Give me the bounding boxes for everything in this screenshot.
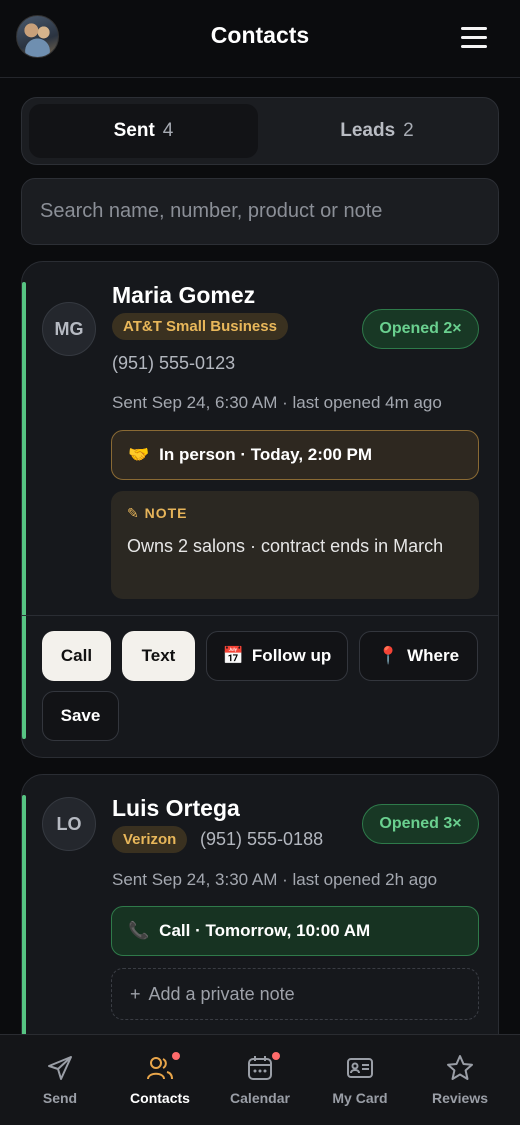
tab-sent-label: Sent [113, 120, 155, 141]
save-button[interactable]: Save [42, 691, 119, 741]
nav-reviews-label: Reviews [431, 1090, 489, 1106]
phone-icon: 📞 [128, 921, 150, 940]
where-button[interactable]: 📍 Where [359, 631, 478, 681]
add-note-label: Add a private note [148, 983, 295, 1004]
contact-card: LO Luis Ortega Verizon (951) 555-0188 Op… [21, 774, 499, 1074]
card-accent-bar [22, 795, 26, 1055]
search-box [21, 178, 499, 245]
follow-up-label: Follow up [251, 646, 332, 665]
nav-send[interactable]: Send [10, 1035, 110, 1125]
opened-count-badge: Opened 3× [362, 804, 479, 844]
card-divider [22, 615, 498, 616]
nav-my-card-label: My Card [332, 1090, 388, 1106]
appointment-chip[interactable]: 🤝 In person · Today, 2:00 PM [111, 430, 479, 480]
contacts-icon [147, 1057, 173, 1080]
contact-phone[interactable]: (951) 555-0123 [112, 353, 235, 374]
note-text: Owns 2 salons · contract ends in March [127, 536, 444, 556]
tab-sent[interactable]: Sent 4 [29, 104, 258, 158]
note-heading: ✎ NOTE [127, 505, 188, 521]
handshake-icon: 🤝 [128, 445, 150, 464]
contact-initials-avatar: LO [42, 797, 96, 851]
private-note[interactable]: ✎ NOTE Owns 2 salons · contract ends in … [111, 491, 479, 599]
nav-contacts-label: Contacts [130, 1090, 190, 1106]
sent-meta: Sent Sep 24, 3:30 AM · last opened 2h ag… [112, 870, 438, 889]
pin-icon: 📍 [377, 646, 400, 665]
nav-my-card[interactable]: My Card [310, 1035, 410, 1125]
calendar-icon [248, 1056, 272, 1080]
appointment-text: In person · Today, 2:00 PM [159, 445, 373, 464]
contact-name: Luis Ortega [112, 795, 240, 821]
opened-count-badge: Opened 2× [362, 309, 479, 349]
contact-phone[interactable]: (951) 555-0188 [200, 829, 323, 850]
where-label: Where [407, 646, 460, 665]
appointment-text: Call · Tomorrow, 10:00 AM [159, 921, 371, 940]
follow-up-button[interactable]: 📅 Follow up [206, 631, 348, 681]
nav-contacts[interactable]: Contacts [110, 1035, 210, 1125]
sent-leads-segmented-control: Sent 4 Leads 2 [21, 97, 499, 165]
carrier-tag: AT&T Small Business [112, 313, 288, 340]
card-accent-bar [22, 282, 26, 739]
carrier-tag: Verizon [112, 826, 188, 853]
nav-send-label: Send [42, 1090, 78, 1106]
nav-reviews[interactable]: Reviews [410, 1035, 510, 1125]
hamburger-menu-icon[interactable] [458, 24, 491, 50]
call-button[interactable]: Call [42, 631, 111, 681]
add-note-button[interactable]: + Add a private note [111, 968, 479, 1020]
app-header: Contacts [0, 0, 520, 78]
plus-icon: + [130, 983, 141, 1004]
contact-name: Maria Gomez [112, 282, 256, 308]
tab-sent-count: 4 [162, 120, 174, 141]
page-title: Contacts [210, 22, 310, 48]
contact-card: MG Maria Gomez AT&T Small Business Opene… [21, 261, 499, 758]
star-icon [447, 1055, 473, 1080]
calendar-icon: 📅 [222, 646, 244, 665]
tab-leads-label: Leads [340, 120, 396, 141]
tab-leads[interactable]: Leads 2 [262, 104, 492, 158]
text-button[interactable]: Text [122, 631, 195, 681]
calendar-notification-dot [272, 1052, 280, 1060]
nav-calendar-label: Calendar [230, 1090, 290, 1106]
bottom-navigation: Send Contacts Calendar My Card Reviews [0, 1034, 520, 1125]
nav-calendar[interactable]: Calendar [210, 1035, 310, 1125]
tab-leads-count: 2 [403, 120, 414, 141]
contacts-notification-dot [172, 1052, 180, 1060]
appointment-chip[interactable]: 📞 Call · Tomorrow, 10:00 AM [111, 906, 479, 956]
sent-meta: Sent Sep 24, 6:30 AM · last opened 4m ag… [112, 393, 442, 412]
contact-initials-avatar: MG [42, 302, 96, 356]
search-input[interactable] [40, 179, 480, 244]
send-icon [48, 1056, 72, 1080]
card-icon [347, 1058, 373, 1078]
